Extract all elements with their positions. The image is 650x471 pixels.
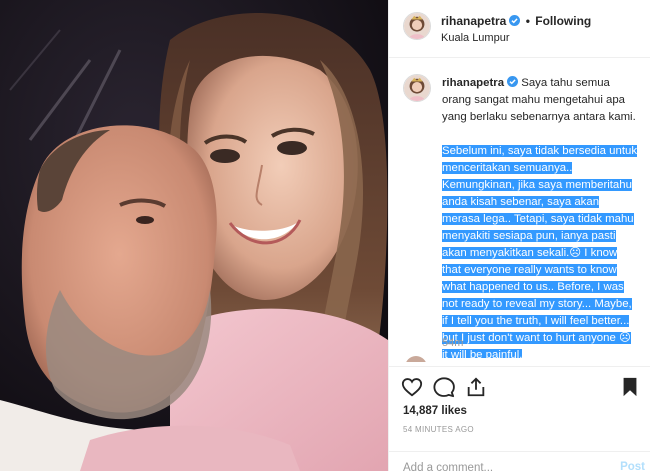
comment-icon[interactable] [433, 376, 455, 398]
caption-username[interactable]: rihanapetra [442, 77, 504, 89]
location-link[interactable]: Kuala Lumpur [441, 32, 510, 44]
caption-time-ago[interactable]: 54m [442, 337, 463, 349]
post-actions: 14,887 likes 54 MINUTES AGO Post [389, 366, 650, 471]
post-comment-button[interactable]: Post [620, 461, 645, 471]
next-comment-peek [403, 356, 643, 362]
post-photo[interactable] [0, 0, 388, 471]
verified-badge-icon [507, 76, 519, 87]
post-side-panel: rihanapetra • Following Kuala Lumpur rih… [388, 0, 650, 471]
comment-input[interactable] [403, 460, 603, 471]
heart-icon[interactable] [401, 376, 423, 398]
bookmark-icon[interactable] [619, 376, 641, 398]
likes-count[interactable]: 14,887 likes [403, 405, 467, 417]
following-button[interactable]: Following [535, 14, 591, 28]
header-username-row: rihanapetra • Following [441, 14, 591, 28]
verified-badge-icon [509, 15, 521, 26]
comment-avatar [405, 356, 427, 362]
caption-text: rihanapetra Saya tahu semua orang sangat… [442, 75, 638, 358]
header-separator: • [525, 14, 530, 28]
caption-user-avatar[interactable] [403, 74, 431, 102]
caption-selected-text: Sebelum ini, saya tidak bersedia untuk m… [442, 145, 638, 358]
post-timestamp[interactable]: 54 MINUTES AGO [403, 425, 474, 434]
header-username[interactable]: rihanapetra [441, 14, 506, 28]
instagram-post: rihanapetra • Following Kuala Lumpur rih… [0, 0, 650, 471]
selfie-image [0, 0, 388, 471]
add-comment-bar: Post [389, 451, 650, 471]
post-caption: rihanapetra Saya tahu semua orang sangat… [389, 58, 650, 358]
user-avatar[interactable] [403, 12, 431, 40]
share-icon[interactable] [465, 376, 487, 398]
post-header: rihanapetra • Following Kuala Lumpur [389, 0, 650, 58]
